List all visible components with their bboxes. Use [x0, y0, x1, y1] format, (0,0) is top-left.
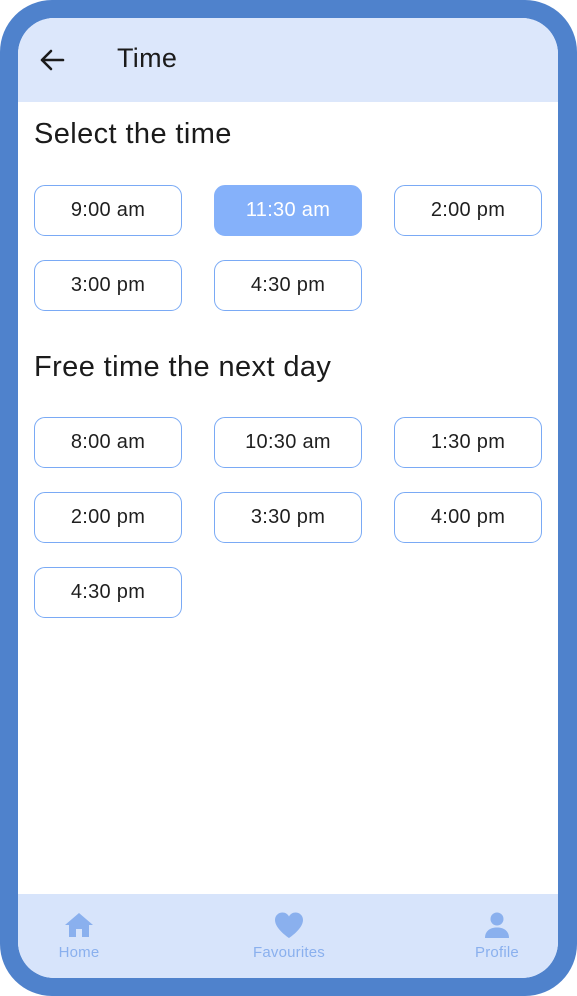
time-slot[interactable]: 1:30 pm — [394, 417, 542, 468]
time-slot[interactable]: 3:00 pm — [34, 260, 182, 311]
time-slot[interactable]: 2:00 pm — [394, 185, 542, 236]
time-slot-selected[interactable]: 11:30 am — [214, 185, 362, 236]
time-slot[interactable]: 2:00 pm — [34, 492, 182, 543]
nav-label-home: Home — [58, 944, 100, 961]
top-app-bar: Time — [18, 18, 558, 102]
arrow-left-icon — [40, 49, 65, 71]
bottom-navigation: Home Favourites Profile — [18, 894, 558, 978]
nav-item-favourites[interactable]: Favourites — [234, 910, 344, 970]
time-slot[interactable]: 4:30 pm — [34, 567, 182, 618]
time-slot[interactable]: 3:30 pm — [214, 492, 362, 543]
nav-item-home[interactable]: Home — [24, 910, 134, 970]
device-frame: Time Select the time 9:00 am 11:30 am 2:… — [0, 0, 577, 996]
back-button[interactable] — [34, 42, 70, 78]
app-screen: Time Select the time 9:00 am 11:30 am 2:… — [18, 18, 558, 978]
time-slot[interactable]: 4:00 pm — [394, 492, 542, 543]
nav-item-profile[interactable]: Profile — [442, 910, 552, 970]
section-title-select-time: Select the time — [34, 118, 232, 150]
heart-icon — [275, 912, 303, 938]
time-slot[interactable]: 4:30 pm — [214, 260, 362, 311]
time-slot[interactable]: 8:00 am — [34, 417, 182, 468]
home-icon — [65, 913, 93, 937]
page-title: Time — [117, 43, 178, 73]
user-icon — [485, 912, 509, 938]
time-slot[interactable]: 10:30 am — [214, 417, 362, 468]
nav-label-favourites: Favourites — [252, 944, 326, 961]
nav-label-profile: Profile — [475, 944, 519, 961]
section-title-next-day: Free time the next day — [34, 351, 332, 383]
time-slot[interactable]: 9:00 am — [34, 185, 182, 236]
